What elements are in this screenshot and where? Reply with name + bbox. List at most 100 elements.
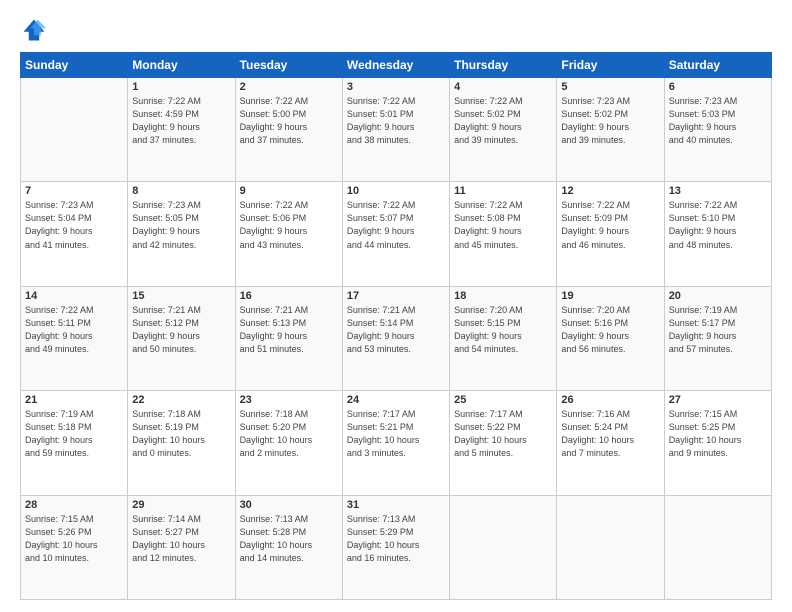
calendar-cell: 11Sunrise: 7:22 AM Sunset: 5:08 PM Dayli… xyxy=(450,182,557,286)
calendar-cell: 6 Sunrise: 7:23 AM Sunset: 5:03 PM Daylig… xyxy=(664,78,771,182)
calendar-cell: 14Sunrise: 7:22 AM Sunset: 5:11 PM Dayli… xyxy=(21,286,128,390)
day-info: Sunrise: 7:22 AM Sunset: 5:06 PM Dayligh… xyxy=(240,199,338,251)
page: SundayMondayTuesdayWednesdayThursdayFrid… xyxy=(0,0,792,612)
day-number: 28 xyxy=(25,499,123,511)
day-number: 25 xyxy=(454,394,552,406)
calendar-cell xyxy=(664,495,771,599)
calendar-cell: 1 Sunrise: 7:22 AM Sunset: 4:59 PM Daylig… xyxy=(128,78,235,182)
day-info: Sunrise: 7:16 AM Sunset: 5:24 PM Dayligh… xyxy=(561,408,659,460)
day-number: 21 xyxy=(25,394,123,406)
day-number: 11 xyxy=(454,185,552,197)
calendar-cell: 20Sunrise: 7:19 AM Sunset: 5:17 PM Dayli… xyxy=(664,286,771,390)
logo-icon xyxy=(20,16,48,44)
col-header-thursday: Thursday xyxy=(450,53,557,78)
day-info: Sunrise: 7:21 AM Sunset: 5:13 PM Dayligh… xyxy=(240,304,338,356)
calendar-cell: 5 Sunrise: 7:23 AM Sunset: 5:02 PM Daylig… xyxy=(557,78,664,182)
day-number: 7 xyxy=(25,185,123,197)
calendar-cell xyxy=(450,495,557,599)
day-info: Sunrise: 7:15 AM Sunset: 5:25 PM Dayligh… xyxy=(669,408,767,460)
day-info: Sunrise: 7:14 AM Sunset: 5:27 PM Dayligh… xyxy=(132,513,230,565)
logo xyxy=(20,16,50,44)
calendar-cell: 13 Sunrise: 7:22 AM Sunset: 5:10 PM Dayli… xyxy=(664,182,771,286)
day-info: Sunrise: 7:20 AM Sunset: 5:15 PM Dayligh… xyxy=(454,304,552,356)
calendar-cell: 18 Sunrise: 7:20 AM Sunset: 5:15 PM Dayli… xyxy=(450,286,557,390)
calendar-cell: 4Sunrise: 7:22 AM Sunset: 5:02 PM Daylig… xyxy=(450,78,557,182)
calendar-cell: 23 Sunrise: 7:18 AM Sunset: 5:20 PM Dayli… xyxy=(235,391,342,495)
calendar-table: SundayMondayTuesdayWednesdayThursdayFrid… xyxy=(20,52,772,600)
calendar-cell: 27 Sunrise: 7:15 AM Sunset: 5:25 PM Dayli… xyxy=(664,391,771,495)
day-info: Sunrise: 7:20 AM Sunset: 5:16 PM Dayligh… xyxy=(561,304,659,356)
calendar-cell: 30 Sunrise: 7:13 AM Sunset: 5:28 PM Dayli… xyxy=(235,495,342,599)
day-info: Sunrise: 7:22 AM Sunset: 5:09 PM Dayligh… xyxy=(561,199,659,251)
day-info: Sunrise: 7:22 AM Sunset: 4:59 PM Dayligh… xyxy=(132,95,230,147)
day-number: 5 xyxy=(561,81,659,93)
day-number: 20 xyxy=(669,290,767,302)
calendar-cell: 28 Sunrise: 7:15 AM Sunset: 5:26 PM Dayli… xyxy=(21,495,128,599)
calendar-cell: 7Sunrise: 7:23 AM Sunset: 5:04 PM Daylig… xyxy=(21,182,128,286)
day-number: 6 xyxy=(669,81,767,93)
calendar-cell: 15 Sunrise: 7:21 AM Sunset: 5:12 PM Dayli… xyxy=(128,286,235,390)
calendar-header-row: SundayMondayTuesdayWednesdayThursdayFrid… xyxy=(21,53,772,78)
day-info: Sunrise: 7:13 AM Sunset: 5:29 PM Dayligh… xyxy=(347,513,445,565)
calendar-cell: 10 Sunrise: 7:22 AM Sunset: 5:07 PM Dayli… xyxy=(342,182,449,286)
day-number: 3 xyxy=(347,81,445,93)
day-number: 14 xyxy=(25,290,123,302)
day-number: 26 xyxy=(561,394,659,406)
day-number: 8 xyxy=(132,185,230,197)
day-number: 1 xyxy=(132,81,230,93)
calendar-cell: 24 Sunrise: 7:17 AM Sunset: 5:21 PM Dayli… xyxy=(342,391,449,495)
day-info: Sunrise: 7:21 AM Sunset: 5:12 PM Dayligh… xyxy=(132,304,230,356)
day-number: 12 xyxy=(561,185,659,197)
day-info: Sunrise: 7:22 AM Sunset: 5:07 PM Dayligh… xyxy=(347,199,445,251)
week-row-3: 14Sunrise: 7:22 AM Sunset: 5:11 PM Dayli… xyxy=(21,286,772,390)
day-info: Sunrise: 7:13 AM Sunset: 5:28 PM Dayligh… xyxy=(240,513,338,565)
day-info: Sunrise: 7:23 AM Sunset: 5:02 PM Dayligh… xyxy=(561,95,659,147)
calendar-cell: 26 Sunrise: 7:16 AM Sunset: 5:24 PM Dayli… xyxy=(557,391,664,495)
day-info: Sunrise: 7:23 AM Sunset: 5:03 PM Dayligh… xyxy=(669,95,767,147)
col-header-wednesday: Wednesday xyxy=(342,53,449,78)
day-number: 13 xyxy=(669,185,767,197)
week-row-4: 21 Sunrise: 7:19 AM Sunset: 5:18 PM Dayli… xyxy=(21,391,772,495)
col-header-saturday: Saturday xyxy=(664,53,771,78)
day-number: 10 xyxy=(347,185,445,197)
day-number: 16 xyxy=(240,290,338,302)
day-info: Sunrise: 7:17 AM Sunset: 5:21 PM Dayligh… xyxy=(347,408,445,460)
calendar-cell: 17 Sunrise: 7:21 AM Sunset: 5:14 PM Dayli… xyxy=(342,286,449,390)
col-header-tuesday: Tuesday xyxy=(235,53,342,78)
day-number: 22 xyxy=(132,394,230,406)
day-number: 31 xyxy=(347,499,445,511)
day-info: Sunrise: 7:17 AM Sunset: 5:22 PM Dayligh… xyxy=(454,408,552,460)
day-number: 27 xyxy=(669,394,767,406)
calendar-cell: 12 Sunrise: 7:22 AM Sunset: 5:09 PM Dayli… xyxy=(557,182,664,286)
calendar-cell: 22 Sunrise: 7:18 AM Sunset: 5:19 PM Dayli… xyxy=(128,391,235,495)
calendar-cell: 21 Sunrise: 7:19 AM Sunset: 5:18 PM Dayli… xyxy=(21,391,128,495)
day-number: 24 xyxy=(347,394,445,406)
day-info: Sunrise: 7:22 AM Sunset: 5:01 PM Dayligh… xyxy=(347,95,445,147)
day-info: Sunrise: 7:15 AM Sunset: 5:26 PM Dayligh… xyxy=(25,513,123,565)
calendar-cell: 3 Sunrise: 7:22 AM Sunset: 5:01 PM Daylig… xyxy=(342,78,449,182)
day-info: Sunrise: 7:18 AM Sunset: 5:19 PM Dayligh… xyxy=(132,408,230,460)
week-row-2: 7Sunrise: 7:23 AM Sunset: 5:04 PM Daylig… xyxy=(21,182,772,286)
day-number: 15 xyxy=(132,290,230,302)
day-number: 2 xyxy=(240,81,338,93)
calendar-cell: 16 Sunrise: 7:21 AM Sunset: 5:13 PM Dayli… xyxy=(235,286,342,390)
day-info: Sunrise: 7:23 AM Sunset: 5:05 PM Dayligh… xyxy=(132,199,230,251)
calendar-cell: 8 Sunrise: 7:23 AM Sunset: 5:05 PM Daylig… xyxy=(128,182,235,286)
week-row-5: 28 Sunrise: 7:15 AM Sunset: 5:26 PM Dayli… xyxy=(21,495,772,599)
day-number: 30 xyxy=(240,499,338,511)
day-info: Sunrise: 7:21 AM Sunset: 5:14 PM Dayligh… xyxy=(347,304,445,356)
calendar-cell xyxy=(557,495,664,599)
day-info: Sunrise: 7:22 AM Sunset: 5:10 PM Dayligh… xyxy=(669,199,767,251)
day-number: 4 xyxy=(454,81,552,93)
col-header-sunday: Sunday xyxy=(21,53,128,78)
day-info: Sunrise: 7:19 AM Sunset: 5:18 PM Dayligh… xyxy=(25,408,123,460)
day-number: 18 xyxy=(454,290,552,302)
day-number: 17 xyxy=(347,290,445,302)
calendar-cell xyxy=(21,78,128,182)
day-info: Sunrise: 7:18 AM Sunset: 5:20 PM Dayligh… xyxy=(240,408,338,460)
day-number: 23 xyxy=(240,394,338,406)
week-row-1: 1 Sunrise: 7:22 AM Sunset: 4:59 PM Daylig… xyxy=(21,78,772,182)
calendar-cell: 25 Sunrise: 7:17 AM Sunset: 5:22 PM Dayli… xyxy=(450,391,557,495)
col-header-friday: Friday xyxy=(557,53,664,78)
calendar-cell: 9Sunrise: 7:22 AM Sunset: 5:06 PM Daylig… xyxy=(235,182,342,286)
